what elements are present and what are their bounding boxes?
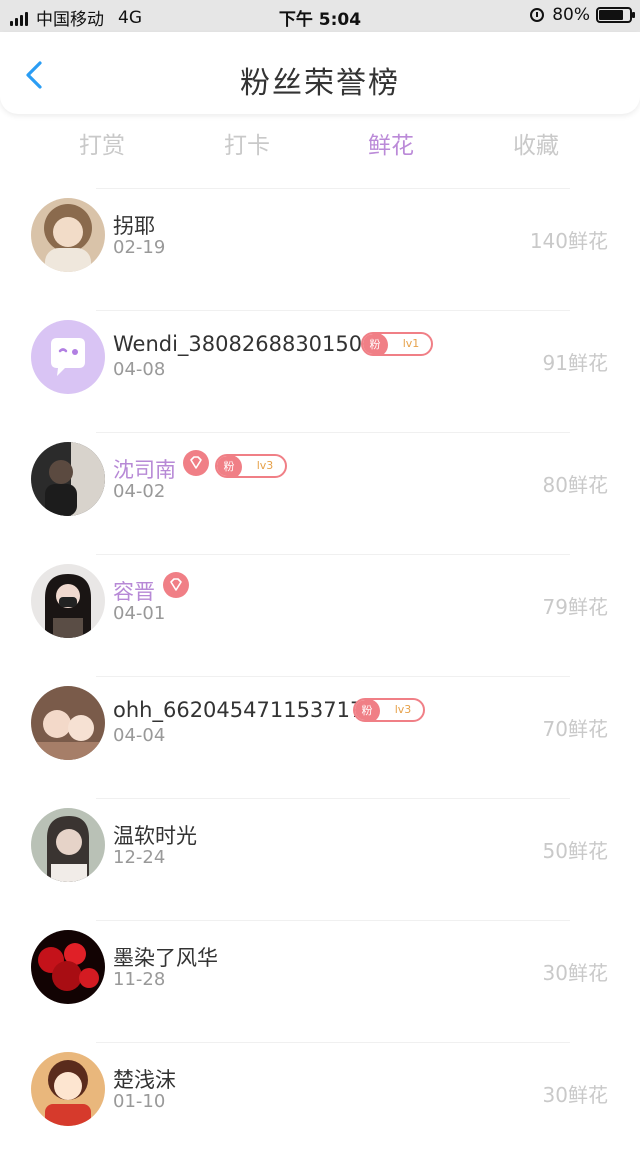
diamond-icon — [183, 450, 209, 476]
list-item[interactable]: 拐耶 02-19 140鲜花 — [0, 188, 640, 310]
fan-name: Wendi_38082688301502 — [113, 332, 376, 356]
diamond-icon — [163, 572, 189, 598]
list-item[interactable]: ohh_6620454711537176 粉 lv3 04-04 70鲜花 — [0, 676, 640, 798]
flower-count: 30鲜花 — [542, 961, 608, 985]
avatar[interactable] — [31, 320, 105, 394]
tab-flowers[interactable]: 鲜花 — [341, 126, 441, 160]
avatar[interactable] — [31, 198, 105, 272]
fan-name: 温软时光 — [113, 824, 197, 848]
avatar[interactable] — [31, 442, 105, 516]
list-item[interactable]: 沈司南 粉 lv3 04-02 80鲜花 — [0, 432, 640, 554]
fan-date: 02-19 — [113, 237, 166, 258]
fan-date: 04-02 — [113, 481, 166, 502]
list-item[interactable]: 墨染了风华 11-28 30鲜花 — [0, 920, 640, 1042]
fan-name: 沈司南 — [113, 458, 176, 482]
fan-badge-level: lv3 — [256, 459, 274, 472]
fan-date: 01-10 — [113, 1091, 166, 1112]
list-item[interactable]: Wendi_38082688301502 粉 lv1 04-08 91鲜花 — [0, 310, 640, 432]
divider — [96, 1042, 570, 1043]
fan-badge-label: 粉 — [363, 334, 388, 354]
avatar[interactable] — [31, 686, 105, 760]
divider — [96, 920, 570, 921]
avatar[interactable] — [31, 564, 105, 638]
tab-bar: 打赏 打卡 鲜花 收藏 — [0, 120, 640, 166]
divider — [96, 798, 570, 799]
battery-percent: 80% — [552, 5, 590, 25]
avatar[interactable] — [31, 808, 105, 882]
flower-count: 70鲜花 — [542, 717, 608, 741]
fan-name: 墨染了风华 — [113, 946, 218, 970]
battery-icon — [596, 7, 635, 23]
list-item[interactable]: 楚浅沫 01-10 30鲜花 — [0, 1042, 640, 1164]
fan-date: 11-28 — [113, 969, 166, 990]
avatar[interactable] — [31, 930, 105, 1004]
fan-name: 拐耶 — [113, 214, 155, 238]
tab-checkin[interactable]: 打卡 — [197, 126, 297, 160]
fan-level-badge: 粉 lv3 — [353, 698, 425, 722]
fan-badge-level: lv3 — [394, 703, 412, 716]
status-right: 80% — [530, 5, 635, 25]
page-title: 粉丝荣誉榜 — [240, 66, 400, 101]
fan-date: 04-04 — [113, 725, 166, 746]
flower-count: 80鲜花 — [542, 473, 608, 497]
list-item[interactable]: 容晋 04-01 79鲜花 — [0, 554, 640, 676]
fan-badge-label: 粉 — [355, 700, 380, 720]
fan-date: 12-24 — [113, 847, 166, 868]
flower-count: 50鲜花 — [542, 839, 608, 863]
flower-count: 140鲜花 — [529, 229, 608, 253]
status-bar: 中国移动 4G 下午 5:04 80% — [0, 0, 640, 32]
tab-reward[interactable]: 打赏 — [52, 126, 152, 160]
fan-name: 容晋 — [113, 580, 155, 604]
fan-date: 04-08 — [113, 359, 166, 380]
divider — [96, 310, 570, 311]
divider — [96, 676, 570, 677]
list-item[interactable]: 温软时光 12-24 50鲜花 — [0, 798, 640, 920]
fan-name: 楚浅沫 — [113, 1068, 176, 1092]
divider — [96, 188, 570, 189]
flower-count: 91鲜花 — [542, 351, 608, 375]
fan-level-badge: 粉 lv1 — [361, 332, 433, 356]
nav-bar: 粉丝荣誉榜 — [0, 32, 640, 114]
fan-badge-label: 粉 — [217, 456, 242, 476]
flower-count: 30鲜花 — [542, 1083, 608, 1107]
divider — [96, 554, 570, 555]
fan-badge-level: lv1 — [402, 337, 420, 350]
alarm-icon — [530, 8, 545, 22]
avatar[interactable] — [31, 1052, 105, 1126]
tab-favorites[interactable]: 收藏 — [486, 126, 586, 160]
fan-level-badge: 粉 lv3 — [215, 454, 287, 478]
flower-count: 79鲜花 — [542, 595, 608, 619]
fan-name: ohh_6620454711537176 — [113, 698, 377, 722]
fan-date: 04-01 — [113, 603, 166, 624]
divider — [96, 432, 570, 433]
